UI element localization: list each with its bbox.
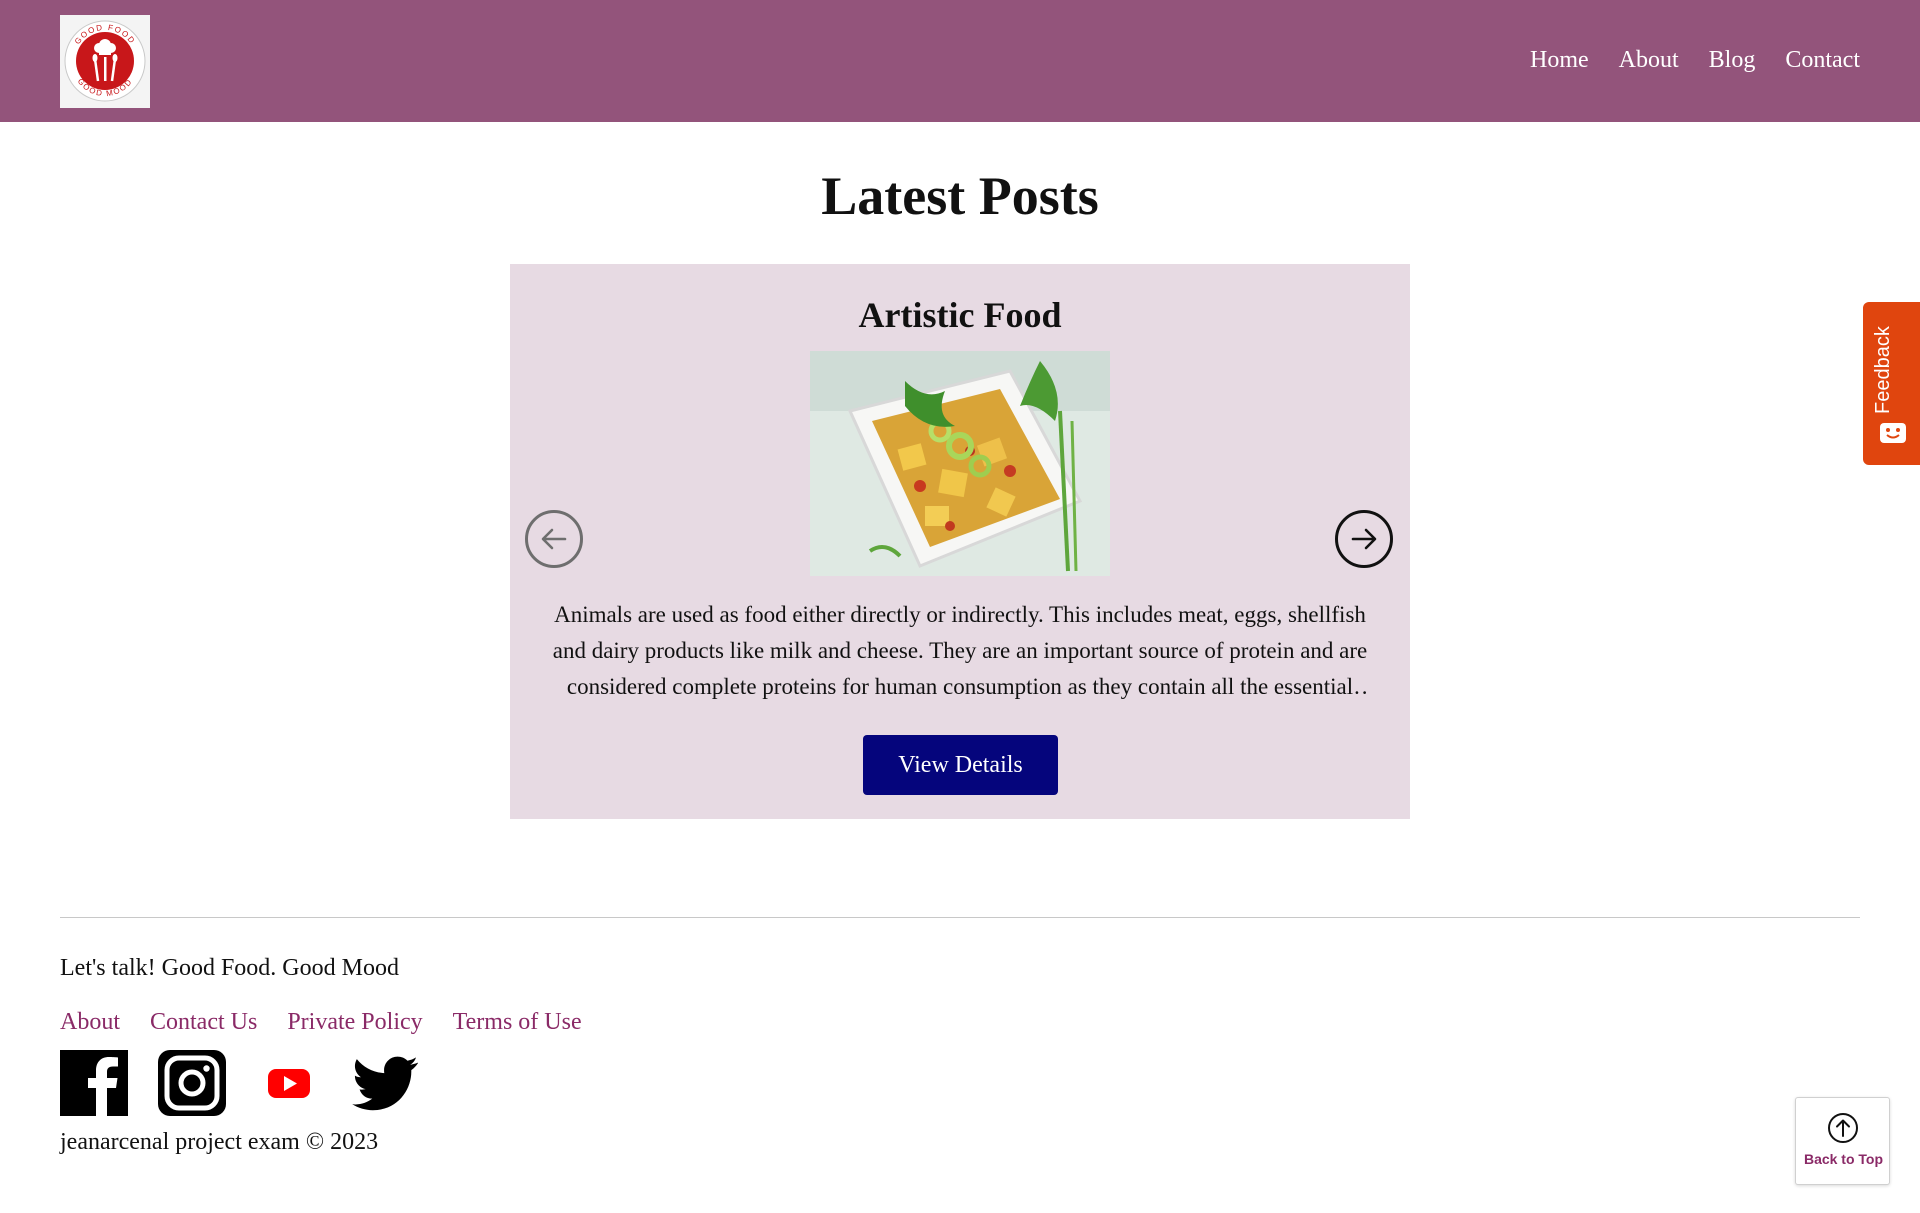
view-details-button[interactable]: View Details <box>863 735 1058 795</box>
nav-home-link[interactable]: Home <box>1530 44 1589 76</box>
site-logo[interactable]: GOOD FOOD GOOD MOOD <box>60 15 150 108</box>
footer-links: About Contact Us Private Policy Terms of… <box>60 1006 612 1038</box>
twitter-icon <box>352 1056 418 1111</box>
footer-copyright: jeanarcenal project exam © 2023 <box>60 1129 379 1155</box>
back-to-top-button[interactable]: Back to Top <box>1795 1097 1890 1185</box>
footer-privacy-link[interactable]: Private Policy <box>287 1006 422 1038</box>
logo-emblem-icon: GOOD FOOD GOOD MOOD <box>64 20 146 102</box>
footer-contact-link[interactable]: Contact Us <box>150 1006 257 1038</box>
nav-contact-link[interactable]: Contact <box>1785 44 1860 76</box>
carousel-next-button[interactable] <box>1335 510 1393 568</box>
arrow-left-circle-icon <box>541 528 567 550</box>
back-to-top-label: Back to Top <box>1803 1151 1884 1167</box>
post-title: Artistic Food <box>858 295 1062 335</box>
facebook-icon <box>60 1050 128 1116</box>
footer-tagline: Let's talk! Good Food. Good Mood <box>60 955 399 981</box>
twitter-link[interactable] <box>352 1050 420 1121</box>
page-title: Latest Posts <box>821 166 1099 226</box>
instagram-icon <box>158 1050 226 1116</box>
footer-about-link[interactable]: About <box>60 1006 120 1038</box>
youtube-icon <box>268 1069 310 1098</box>
arrow-up-circle-icon <box>1828 1113 1858 1143</box>
instagram-link[interactable] <box>158 1050 226 1121</box>
feedback-smiley-icon <box>1880 423 1906 443</box>
post-image <box>810 351 1110 576</box>
youtube-link[interactable] <box>266 1050 312 1121</box>
main-nav: Home About Blog Contact <box>1500 44 1860 76</box>
footer-terms-link[interactable]: Terms of Use <box>453 1006 582 1038</box>
post-excerpt: Animals are used as food either directly… <box>552 602 1368 699</box>
footer-divider <box>60 917 1860 918</box>
site-header: GOOD FOOD GOOD MOOD Home About Blog Cont… <box>0 0 1920 122</box>
nav-blog-link[interactable]: Blog <box>1709 44 1756 76</box>
feedback-label: Feedback <box>1872 326 1894 414</box>
carousel-prev-button[interactable] <box>525 510 583 568</box>
facebook-link[interactable] <box>60 1050 128 1121</box>
nav-about-link[interactable]: About <box>1619 44 1679 76</box>
arrow-right-circle-icon <box>1351 528 1377 550</box>
